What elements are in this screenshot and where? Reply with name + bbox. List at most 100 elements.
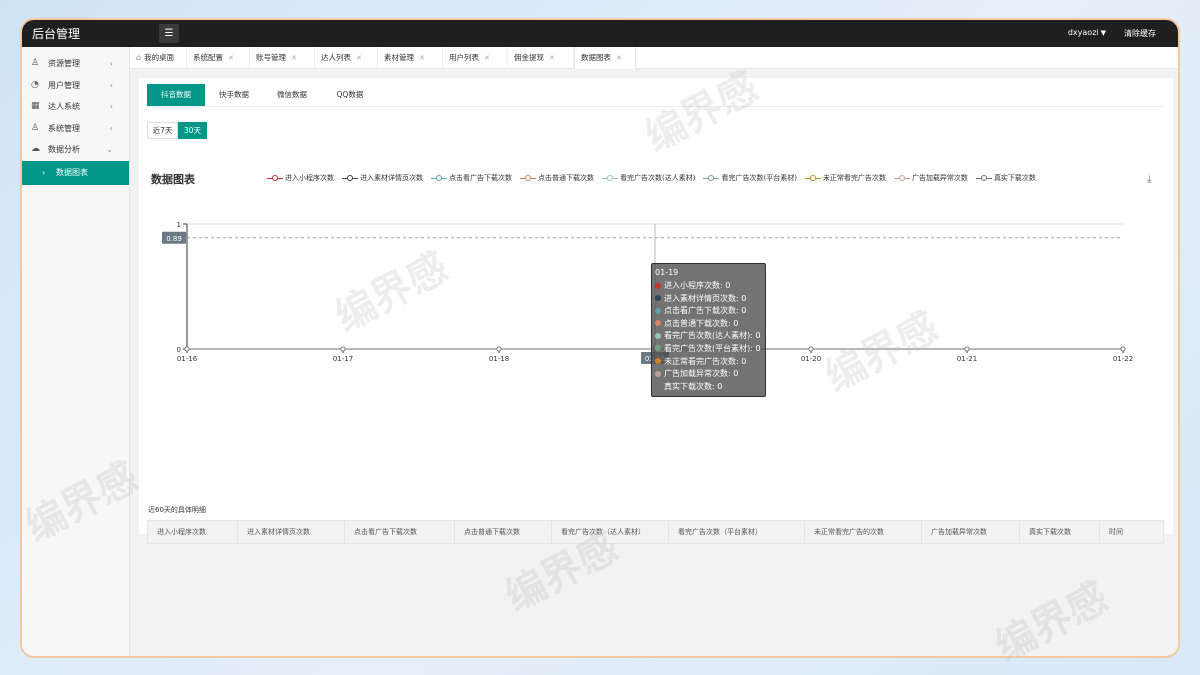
legend-item[interactable]: 进入小程序次数	[267, 172, 334, 184]
table-column-header: 时间	[1109, 528, 1123, 536]
legend-item[interactable]: 点击看广告下载次数	[431, 172, 512, 184]
legend-marker-icon	[804, 173, 821, 183]
legend-label: 未正常看完广告次数	[822, 174, 886, 182]
tab-desktop[interactable]: ⌂ 我的桌面	[130, 47, 187, 69]
tab-talent-list[interactable]: 达人列表 ✕	[315, 47, 378, 69]
sidebar-subitem-label: 数据图表	[56, 167, 88, 177]
close-icon[interactable]: ✕	[549, 54, 555, 62]
close-icon[interactable]: ✕	[616, 54, 622, 62]
tab-data-charts[interactable]: 数据图表 ✕	[574, 47, 636, 69]
close-icon[interactable]: ✕	[484, 54, 490, 62]
table-column-header: 真实下载次数	[1020, 521, 1100, 543]
person-icon: ♙	[31, 58, 40, 68]
tab-accounts[interactable]: 账号管理 ✕	[250, 47, 315, 69]
tab-kuaishou[interactable]: 快手数据	[205, 84, 263, 106]
download-icon[interactable]: ⤓	[1147, 174, 1151, 185]
chevron-left-icon: ‹	[109, 80, 113, 90]
sidebar-item-users[interactable]: ◔ 用户管理 ‹	[22, 75, 129, 97]
tooltip-row-label: 真实下载次数: 0	[664, 381, 723, 391]
series-dot-icon	[655, 320, 661, 327]
table-column-header: 广告加载异常次数	[922, 521, 1020, 543]
home-icon: ⌂	[136, 53, 142, 62]
tab-label: 账号管理	[256, 53, 286, 62]
sidebar-item-analytics[interactable]: ☁ 数据分析 ⌄	[22, 139, 129, 161]
sidebar-item-resources[interactable]: ♙ 资源管理 ‹	[22, 53, 129, 75]
legend-marker-icon	[342, 173, 358, 183]
legend-label: 进入小程序次数	[285, 174, 334, 182]
tooltip-row: 进入小程序次数: 0	[655, 280, 762, 293]
legend-item[interactable]: 真实下载次数	[975, 172, 1036, 184]
series-point	[808, 346, 814, 352]
x-tick-label: 01-17	[333, 355, 353, 363]
user-menu[interactable]: dxyaozi ▼	[1068, 28, 1106, 37]
tab-label: 素材管理	[384, 53, 414, 62]
person-icon: ♙	[31, 122, 40, 133]
hamburger-icon: ☰	[164, 28, 174, 39]
tooltip-row-label: 进入小程序次数: 0	[664, 281, 731, 290]
tab-label: 达人列表	[321, 53, 351, 62]
series-dot-icon	[655, 358, 661, 365]
legend-item[interactable]: 看完广告次数(平台素材)	[703, 172, 797, 184]
legend-item[interactable]: 进入素材详情页次数	[342, 172, 423, 184]
chart-tooltip: 01-19 进入小程序次数: 0 进入素材详情页次数: 0 点击看广告下载次数: 0…	[651, 263, 766, 397]
tooltip-row-label: 看完广告次数(平台素材): 0	[664, 343, 761, 353]
close-icon[interactable]: ✕	[356, 54, 362, 62]
legend-marker-icon	[520, 173, 536, 183]
series-dot-icon	[655, 370, 661, 377]
legend-marker-icon	[893, 173, 910, 183]
tooltip-row-label: 点击看广告下载次数: 0	[664, 306, 747, 316]
x-tick-label: 01-21	[957, 355, 977, 363]
sidebar-item-system[interactable]: ♙ 系统管理 ‹	[22, 118, 129, 140]
legend-marker-icon	[975, 173, 992, 183]
series-point	[340, 346, 346, 352]
tooltip-row: 广告加载异常次数: 0	[655, 368, 762, 381]
clear-cache-button[interactable]: 清除缓存	[1124, 28, 1156, 39]
chart-title: 数据图表	[151, 173, 195, 186]
table-column-header: 点击看广告下载次数	[345, 521, 455, 543]
tab-withdrawals[interactable]: 佣金提现 ✕	[508, 47, 574, 69]
tooltip-row: 看完广告次数(达人素材): 0	[655, 330, 762, 343]
close-icon[interactable]: ✕	[291, 54, 297, 62]
x-tick-label: 01-18	[489, 355, 509, 363]
tab-wechat[interactable]: 微信数据	[263, 84, 321, 106]
close-icon[interactable]: ✕	[228, 54, 234, 62]
legend-label: 点击普通下载次数	[538, 174, 594, 182]
tab-label: 数据图表	[581, 53, 611, 62]
tab-label: 我的桌面	[144, 53, 175, 62]
legend-marker-icon	[703, 173, 720, 183]
range-7-days-button[interactable]: 近7天	[147, 122, 178, 139]
range-30-days-button[interactable]: 30天	[178, 122, 207, 139]
tab-system-config[interactable]: 系统配置 ✕	[187, 47, 250, 69]
tooltip-row-label: 进入素材详情页次数: 0	[664, 293, 747, 303]
tab-qq[interactable]: QQ数据	[321, 84, 379, 106]
table-column-header: 进入素材详情页次数	[238, 521, 345, 543]
tooltip-title: 01-19	[655, 268, 679, 277]
tab-label: 系统配置	[193, 53, 223, 62]
chevron-left-icon: ‹	[109, 59, 113, 68]
chevron-left-icon: ‹	[109, 102, 113, 111]
chevron-right-icon: ›	[42, 167, 46, 177]
tooltip-row: 进入素材详情页次数: 0	[655, 293, 762, 306]
sidebar-item-talent[interactable]: ▦ 达人系统 ‹	[22, 96, 129, 118]
tooltip-row-label: 广告加载异常次数: 0	[664, 369, 739, 379]
legend-item[interactable]: 看完广告次数(达人素材)	[602, 172, 695, 184]
crosshair-value-label: 0.89	[166, 235, 182, 243]
legend-label: 点击看广告下载次数	[449, 174, 512, 182]
close-icon[interactable]: ✕	[419, 54, 425, 62]
menu-toggle-button[interactable]: ☰	[159, 24, 179, 43]
sidebar-subitem-charts[interactable]: › 数据图表	[22, 160, 129, 185]
legend-label: 广告加载异常次数	[911, 174, 968, 182]
tooltip-row-label: 点击普通下载次数: 0	[664, 318, 739, 328]
tab-user-list[interactable]: 用户列表 ✕	[443, 47, 508, 69]
table-column-header: 看完广告次数（平台素材）	[669, 521, 805, 543]
tooltip-row: 真实下载次数: 0	[655, 381, 762, 394]
tab-douyin[interactable]: 抖音数据	[147, 84, 205, 106]
tab-materials[interactable]: 素材管理 ✕	[378, 47, 443, 69]
page-tabs-bar: ⌂ 我的桌面 系统配置 ✕ 账号管理 ✕ 达人列表 ✕ 素材管理 ✕ 用户列表 ✕ 佣金提现…	[130, 47, 1178, 69]
legend-label: 看完广告次数(平台素材)	[721, 174, 797, 182]
series-dot-icon	[655, 383, 661, 389]
tooltip-row-label: 未正常看完广告次数: 0	[664, 356, 747, 366]
legend-item[interactable]: 未正常看完广告次数	[804, 172, 886, 184]
legend-item[interactable]: 点击普通下载次数	[520, 172, 594, 184]
legend-item[interactable]: 广告加载异常次数	[893, 172, 968, 184]
